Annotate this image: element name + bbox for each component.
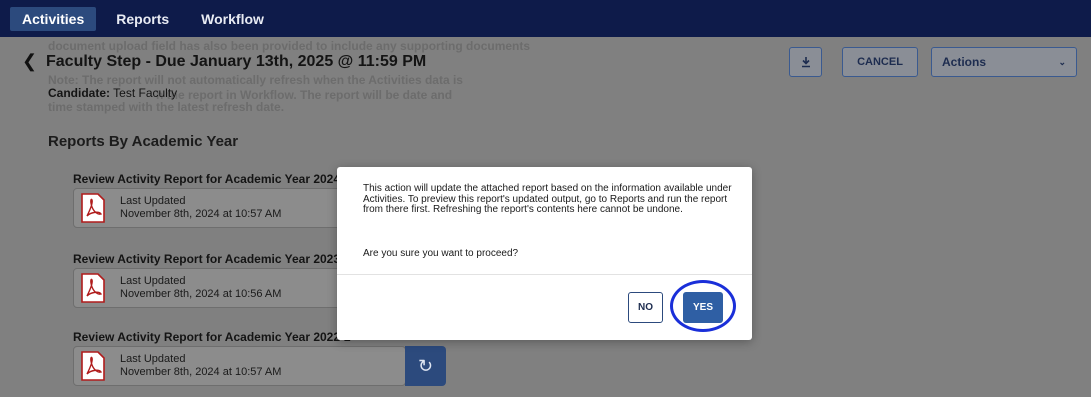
- chevron-down-icon: ⌄: [1058, 56, 1066, 67]
- ghost-text: Note: The report will not automatically …: [48, 73, 463, 87]
- top-nav: Activities Reports Workflow: [0, 0, 1091, 37]
- download-button[interactable]: [789, 47, 822, 77]
- download-icon: [801, 57, 810, 68]
- section-title: Reports By Academic Year: [48, 133, 239, 150]
- no-button[interactable]: NO: [628, 292, 663, 323]
- last-updated-value: November 8th, 2024 at 10:56 AM: [120, 288, 282, 300]
- tab-reports[interactable]: Reports: [104, 7, 181, 31]
- pdf-icon: [81, 273, 105, 303]
- tab-workflow[interactable]: Workflow: [189, 7, 276, 31]
- last-updated-value: November 8th, 2024 at 10:57 AM: [120, 208, 282, 220]
- report-card[interactable]: Last Updated November 8th, 2024 at 10:56…: [73, 268, 353, 308]
- back-chevron-icon[interactable]: ❮: [22, 51, 37, 72]
- report-card[interactable]: Last Updated November 8th, 2024 at 10:57…: [73, 188, 353, 228]
- report-title: Review Activity Report for Academic Year…: [73, 172, 351, 186]
- report-title: Review Activity Report for Academic Year…: [73, 330, 351, 344]
- refresh-button[interactable]: ↻: [405, 346, 446, 386]
- candidate-label: Candidate:: [48, 86, 111, 100]
- ghost-text: time stamped with the latest refresh dat…: [48, 100, 285, 114]
- actions-dropdown[interactable]: Actions ⌄: [931, 47, 1077, 77]
- highlight-circle: [670, 280, 736, 332]
- refresh-icon: ↻: [417, 355, 434, 376]
- page-title: Faculty Step - Due January 13th, 2025 @ …: [46, 53, 427, 70]
- confirm-dialog: This action will update the attached rep…: [337, 167, 752, 340]
- last-updated-value: November 8th, 2024 at 10:57 AM: [120, 366, 282, 378]
- dialog-message: This action will update the attached rep…: [363, 183, 732, 215]
- last-updated-label: Last Updated: [120, 275, 186, 287]
- dialog-divider: [337, 274, 752, 275]
- actions-label: Actions: [942, 55, 987, 69]
- pdf-icon: [81, 193, 105, 223]
- report-title: Review Activity Report for Academic Year…: [73, 252, 351, 266]
- cancel-button[interactable]: CANCEL: [842, 47, 918, 77]
- last-updated-label: Last Updated: [120, 353, 186, 365]
- last-updated-label: Last Updated: [120, 195, 186, 207]
- candidate-value: Test Faculty: [113, 86, 178, 100]
- tab-activities[interactable]: Activities: [10, 6, 97, 31]
- pdf-icon: [81, 351, 105, 381]
- ghost-text: document upload field has also been prov…: [48, 39, 531, 53]
- report-card[interactable]: Last Updated November 8th, 2024 at 10:57…: [73, 346, 406, 386]
- candidate-line: Candidate: Test Faculty: [48, 86, 177, 100]
- dialog-question: Are you sure you want to proceed?: [363, 248, 519, 259]
